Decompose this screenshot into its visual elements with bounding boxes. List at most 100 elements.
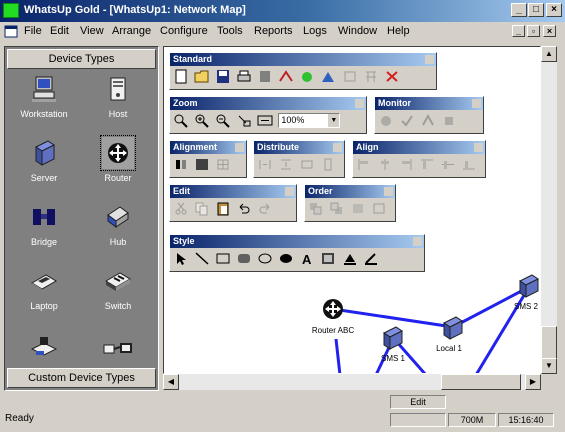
scroll-down-button[interactable]: ▼ [541, 358, 557, 374]
close-button[interactable]: × [546, 3, 562, 17]
text-tool-icon[interactable]: A [299, 251, 315, 266]
document-icon[interactable] [4, 25, 18, 38]
zoom-in-icon[interactable] [194, 113, 210, 128]
close-icon[interactable] [235, 143, 244, 152]
chevron-down-icon[interactable]: ▼ [328, 114, 340, 127]
align-grid-icon[interactable] [194, 157, 210, 172]
fill-color-icon[interactable] [342, 251, 358, 266]
maximize-button[interactable]: □ [528, 3, 544, 17]
toolbar-title[interactable]: Zoom [170, 97, 366, 110]
paste-icon[interactable] [215, 201, 231, 216]
monitor-stop-icon[interactable] [441, 113, 457, 128]
close-icon[interactable] [384, 187, 393, 196]
same-width-icon[interactable] [299, 157, 315, 172]
mdi-minimize-button[interactable]: _ [512, 25, 525, 37]
toolbar-title[interactable]: Align [353, 141, 485, 154]
discover-icon[interactable] [278, 69, 294, 84]
ellipse-tool-icon[interactable] [257, 251, 273, 266]
close-icon[interactable] [285, 187, 294, 196]
close-icon[interactable] [474, 143, 483, 152]
map-node-local-1[interactable]: Local 1 [436, 316, 463, 353]
line-color-icon[interactable] [363, 251, 379, 266]
image-tool-icon[interactable] [320, 251, 336, 266]
close-icon[interactable] [472, 99, 481, 108]
device-server[interactable]: Server [11, 137, 77, 197]
send-backward-icon[interactable] [371, 201, 387, 216]
device-types-header[interactable]: Device Types [7, 49, 156, 69]
close-icon[interactable] [425, 55, 434, 64]
link-router-local1[interactable] [332, 307, 454, 329]
mdi-restore-button[interactable]: ▫ [527, 25, 540, 37]
zoom-icon[interactable] [173, 113, 189, 128]
close-icon[interactable] [355, 99, 364, 108]
redo-icon[interactable] [257, 201, 273, 216]
copy-icon[interactable] [194, 201, 210, 216]
zoom-select-icon[interactable] [236, 113, 252, 128]
rounded-rect-tool-icon[interactable] [236, 251, 252, 266]
menu-help[interactable]: Help [387, 25, 410, 37]
menu-file[interactable]: File [24, 25, 42, 37]
bring-forward-icon[interactable] [350, 201, 366, 216]
network-map-canvas[interactable]: Router ABC Local 1 SMS 1 SMS 2 Standard … [163, 46, 541, 374]
map-node-router-abc[interactable]: Router ABC [312, 299, 354, 335]
vertical-scrollbar[interactable]: ▲ ▼ [541, 46, 557, 374]
distribute-vertical-icon[interactable] [278, 157, 294, 172]
same-height-icon[interactable] [320, 157, 336, 172]
bring-to-front-icon[interactable] [308, 201, 324, 216]
align-center-icon[interactable] [377, 157, 393, 172]
properties-icon[interactable] [257, 69, 273, 84]
toolbar-title[interactable]: Order [305, 185, 395, 198]
device-host[interactable]: Host [85, 73, 151, 133]
device-router[interactable]: Router [85, 135, 151, 197]
align-select-icon[interactable] [173, 157, 189, 172]
device-laptop[interactable]: Laptop [11, 265, 77, 325]
undo-icon[interactable] [236, 201, 252, 216]
align-top-icon[interactable] [419, 157, 435, 172]
menu-view[interactable]: View [80, 25, 104, 37]
zoom-out-icon[interactable] [215, 113, 231, 128]
pointer-icon[interactable] [173, 251, 189, 266]
line-tool-icon[interactable] [194, 251, 210, 266]
layout-icon[interactable] [320, 69, 336, 84]
device-switch[interactable]: Switch [85, 265, 151, 325]
scroll-right-button[interactable]: ▶ [525, 374, 541, 390]
delete-icon[interactable] [384, 69, 400, 84]
new-file-icon[interactable] [173, 69, 189, 84]
filled-ellipse-tool-icon[interactable] [278, 251, 294, 266]
monitor-poll-icon[interactable] [420, 113, 436, 128]
align-middle-icon[interactable] [440, 157, 456, 172]
device-bridge[interactable]: Bridge [11, 201, 77, 261]
map-node-sms-1[interactable]: SMS 1 [381, 326, 406, 363]
open-folder-icon[interactable] [194, 69, 210, 84]
link-router-offscreen[interactable] [334, 338, 342, 374]
mdi-close-button[interactable]: × [543, 25, 556, 37]
close-icon[interactable] [413, 237, 422, 246]
monitor-check-icon[interactable] [399, 113, 415, 128]
rectangle-tool-icon[interactable] [215, 251, 231, 266]
menu-arrange[interactable]: Arrange [112, 25, 151, 37]
align-right-icon[interactable] [398, 157, 414, 172]
menu-configure[interactable]: Configure [160, 25, 208, 37]
toolbar-title[interactable]: Style [170, 235, 424, 248]
toolbar-title[interactable]: Edit [170, 185, 296, 198]
menu-logs[interactable]: Logs [303, 25, 327, 37]
menu-tools[interactable]: Tools [217, 25, 243, 37]
save-icon[interactable] [215, 69, 231, 84]
zoom-fit-icon[interactable] [257, 113, 273, 128]
zoom-level-select[interactable]: 100% ▼ [278, 113, 341, 128]
grid-icon[interactable] [363, 69, 379, 84]
send-to-back-icon[interactable] [329, 201, 345, 216]
menu-window[interactable]: Window [338, 25, 377, 37]
snap-grid-icon[interactable] [215, 157, 231, 172]
scroll-left-button[interactable]: ◀ [163, 374, 179, 390]
align-bottom-icon[interactable] [461, 157, 477, 172]
scroll-thumb-horizontal[interactable] [441, 374, 521, 390]
print-icon[interactable] [236, 69, 252, 84]
minimize-button[interactable]: _ [511, 3, 527, 17]
horizontal-scrollbar[interactable]: ◀ ▶ [163, 374, 541, 390]
cut-icon[interactable] [173, 201, 189, 216]
scan-icon[interactable] [299, 69, 315, 84]
menu-reports[interactable]: Reports [254, 25, 293, 37]
toolbar-title[interactable]: Standard [170, 53, 436, 66]
align-left-icon[interactable] [356, 157, 372, 172]
